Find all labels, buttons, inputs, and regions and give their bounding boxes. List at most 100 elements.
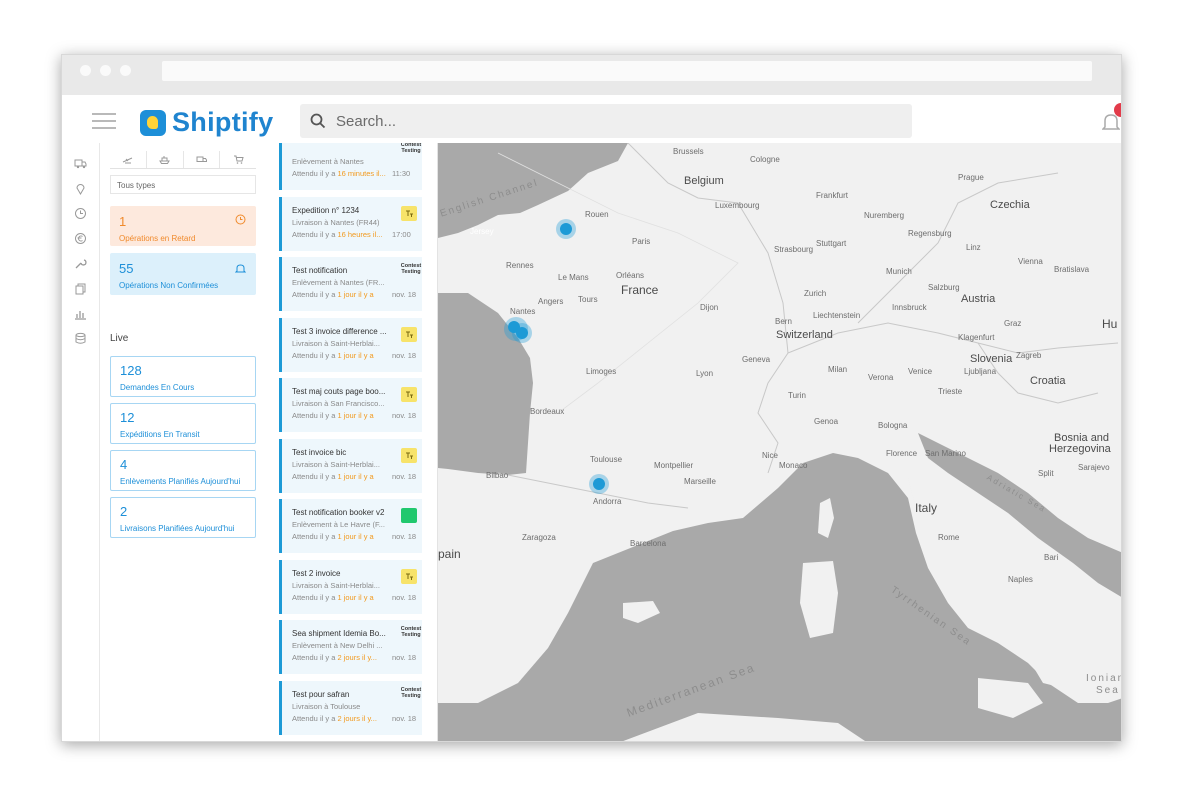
chart-icon[interactable]: [74, 307, 87, 320]
map-label: Belgium: [684, 175, 724, 187]
map-label: Bilbao: [486, 471, 509, 480]
truck-icon[interactable]: [74, 157, 87, 170]
shipment-item[interactable]: Test invoice bic Livraison à Saint-Herbla…: [279, 438, 422, 493]
map-label: Sea: [1096, 685, 1120, 696]
window-dot: [120, 65, 131, 76]
map-label: Zaragoza: [522, 533, 556, 542]
unconfirmed-operations-card[interactable]: 55 Opérations Non Confirmées: [110, 253, 256, 295]
map-label: Le Mans: [558, 273, 589, 282]
shipment-wait: Attendu il y a 1 jour il y a: [292, 290, 392, 299]
logo-mark-icon: [140, 109, 166, 136]
live-card-pickups-today[interactable]: 4 Enlèvements Planifiés Aujourd'hui: [110, 450, 256, 491]
transport-mode-icon: [401, 326, 417, 342]
documents-icon[interactable]: [74, 282, 87, 295]
map-label: Croatia: [1030, 375, 1066, 387]
shipment-wait-prefix: Attendu il y a: [292, 653, 338, 662]
live-count: 12: [120, 410, 135, 425]
map-label: Luxembourg: [715, 201, 760, 210]
map-label: Dijon: [700, 303, 719, 312]
app-logo[interactable]: Shiptify: [140, 107, 273, 138]
shipment-wait: Attendu il y a 2 jours il y...: [292, 653, 392, 662]
shipment-location: Enlèvement à Le Havre (F...: [292, 520, 385, 529]
map-label: San Marino: [925, 449, 966, 458]
shipment-item[interactable]: Test 2 invoice Livraison à Saint-Herblai.…: [279, 559, 422, 614]
shipment-marker[interactable]: [512, 323, 532, 343]
map-label: Andorra: [593, 497, 622, 506]
clock-icon[interactable]: [74, 207, 87, 220]
shipment-item[interactable]: Enlèvement à Nantes Attendu il y a 16 min…: [279, 143, 422, 190]
menu-icon[interactable]: [92, 113, 116, 129]
shipment-list: Enlèvement à Nantes Attendu il y a 16 min…: [268, 143, 438, 741]
plane-icon: [123, 157, 133, 164]
location-pin-icon[interactable]: [74, 182, 87, 195]
late-operations-card[interactable]: 1 Opérations en Retard: [110, 206, 256, 246]
map-label: Zurich: [804, 289, 827, 298]
live-card-requests[interactable]: 128 Demandes En Cours: [110, 356, 256, 397]
search-input[interactable]: Search...: [336, 113, 396, 130]
map-label: Ionian: [1086, 673, 1122, 684]
shipment-wait-duration: 16 heures il...: [337, 229, 383, 239]
browser-window: Shiptify Search... Tous types 1 Opératio…: [61, 54, 1122, 742]
shipment-date: nov. 18: [392, 411, 417, 420]
map-label: Paris: [632, 237, 651, 246]
shipment-wait-duration: 1 jour il y a: [337, 411, 374, 420]
tab-air[interactable]: [110, 151, 147, 168]
cart-icon: [233, 155, 244, 164]
shipment-location: Enlèvement à Nantes: [292, 157, 364, 166]
map-label: Bari: [1044, 553, 1059, 562]
search-icon: [310, 113, 326, 129]
clock-icon: [235, 214, 246, 225]
map-label: Toulouse: [590, 455, 623, 464]
map-label: Bordeaux: [530, 407, 565, 416]
shipment-item[interactable]: Test maj couts page boo... Livraison à Sa…: [279, 378, 422, 432]
map-view[interactable]: Belgium Luxembourg France Switzerland Li…: [438, 143, 1122, 741]
map-label: Prague: [958, 173, 984, 182]
shipment-location: Livraison à Nantes (FR44): [292, 217, 380, 227]
live-card-deliveries-today[interactable]: 2 Livraisons Planifiées Aujourd'hui: [110, 497, 256, 538]
database-icon[interactable]: [74, 332, 87, 345]
tab-road[interactable]: [184, 151, 221, 168]
shipment-item[interactable]: Test pour safran Livraison à Toulouse Atte…: [279, 680, 422, 735]
address-bar[interactable]: [162, 61, 1092, 81]
map-label: Lyon: [696, 369, 714, 378]
map-label: Angers: [538, 297, 564, 306]
shipment-item[interactable]: Test 3 invoice difference ... Livraison à…: [279, 317, 422, 372]
wrench-icon[interactable]: [74, 257, 87, 270]
shipment-marker[interactable]: [556, 219, 576, 239]
shipment-wait: Attendu il y a 2 jours il y...: [292, 714, 392, 723]
map-label: Liechtenstein: [813, 311, 861, 320]
transport-mode-icon: [401, 447, 417, 463]
shipment-wait-duration: 1 jour il y a: [337, 592, 374, 602]
shipment-wait-duration: 2 jours il y...: [337, 713, 377, 723]
shipment-wait-duration: 1 jour il y a: [337, 290, 374, 299]
shipment-wait-prefix: Attendu il y a: [292, 290, 338, 299]
map-label: Montpellier: [654, 461, 694, 470]
map-label: Munich: [886, 267, 912, 276]
tab-sea[interactable]: [147, 151, 184, 168]
map-label: Salzburg: [928, 283, 960, 292]
euro-icon[interactable]: [74, 232, 87, 245]
app-name: Shiptify: [172, 107, 274, 137]
window-dot: [80, 65, 91, 76]
shipment-wait-duration: 1 jour il y a: [337, 532, 374, 541]
type-select[interactable]: Tous types: [110, 175, 256, 194]
shipment-item[interactable]: Test notification Enlèvement à Nantes (FR…: [279, 257, 422, 311]
shipment-wait-prefix: Attendu il y a: [292, 471, 338, 481]
shipment-item[interactable]: Test notification booker v2 Enlèvement à …: [279, 499, 422, 553]
live-card-in-transit[interactable]: 12 Expéditions En Transit: [110, 403, 256, 444]
shipment-item[interactable]: Expedition n° 1234 Livraison à Nantes (FR…: [279, 196, 422, 251]
shipment-item[interactable]: Sea shipment Idemia Bo... Enlèvement à Ne…: [279, 620, 422, 674]
tab-cart[interactable]: [220, 151, 256, 168]
shipment-title: Test 3 invoice difference ...: [292, 326, 387, 336]
map-label: Turin: [788, 391, 806, 400]
shipment-date: 17:00: [392, 229, 411, 239]
live-label: Demandes En Cours: [120, 383, 195, 392]
shipment-date: 11:30: [392, 169, 411, 178]
search-bar[interactable]: Search...: [300, 104, 912, 138]
shipment-wait-prefix: Attendu il y a: [292, 713, 338, 723]
map-label: Trieste: [938, 387, 963, 396]
shipment-marker[interactable]: [589, 474, 609, 494]
map-label: Nice: [762, 451, 779, 460]
map-label: Nantes: [510, 307, 536, 316]
shipment-wait: Attendu il y a 1 jour il y a: [292, 472, 392, 481]
